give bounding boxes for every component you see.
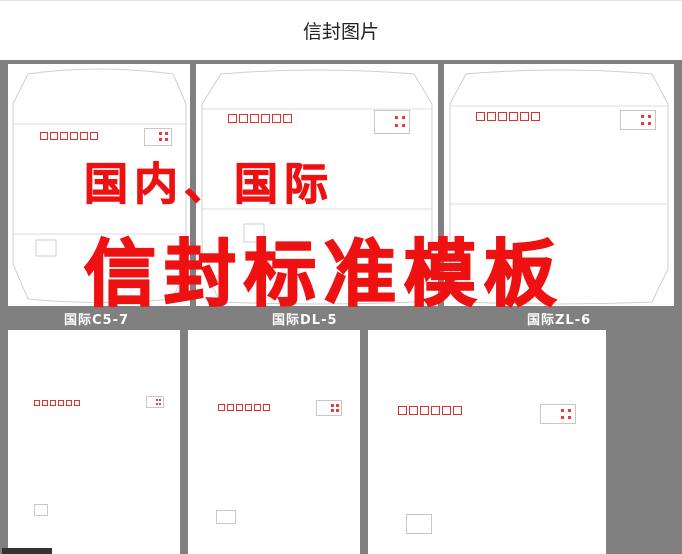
postcode-boxes bbox=[218, 404, 270, 411]
stamp-area bbox=[316, 400, 342, 416]
postcode-box bbox=[406, 514, 432, 534]
postcode-boxes bbox=[40, 132, 98, 140]
postcode-box bbox=[216, 510, 236, 524]
envelope-back-3 bbox=[368, 330, 606, 554]
postcode-boxes bbox=[476, 112, 540, 121]
postcode-boxes bbox=[398, 406, 462, 415]
stamp-area bbox=[540, 404, 576, 424]
postcode-boxes bbox=[34, 400, 80, 406]
postcode-box bbox=[34, 504, 48, 516]
envelope-back-2 bbox=[188, 330, 360, 554]
overlay-line-2: 信封标准模板 bbox=[83, 231, 565, 317]
stamp-area bbox=[144, 128, 172, 146]
cropped-label bbox=[2, 548, 52, 554]
envelope-back-1 bbox=[8, 330, 180, 554]
stamp-area bbox=[146, 396, 164, 408]
stamp-area bbox=[620, 110, 656, 130]
postcode-boxes bbox=[228, 114, 292, 123]
page-title: 信封图片 bbox=[302, 20, 379, 43]
overlay-line-1: 国内、国际 bbox=[84, 159, 334, 211]
stamp-area bbox=[374, 110, 410, 134]
